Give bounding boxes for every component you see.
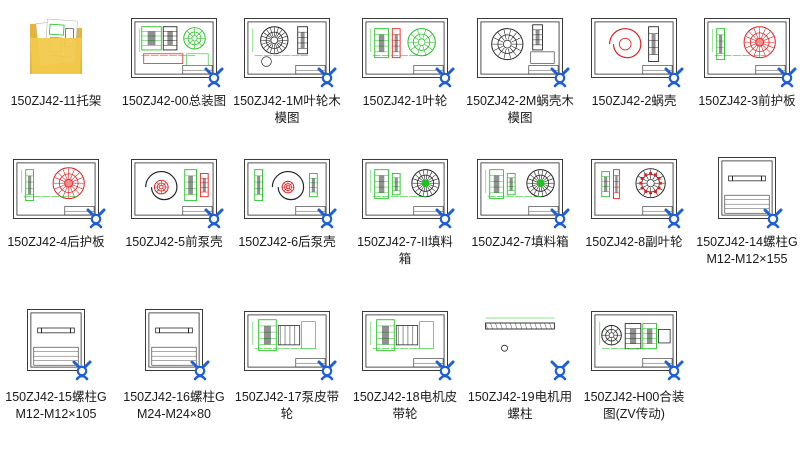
file-name-label: 150ZJ42-18电机皮带轮 [352, 390, 458, 421]
file-item[interactable]: 150ZJ42-5前泵壳 [118, 153, 230, 293]
file-item[interactable]: 150ZJ42-1M叶轮木模图 [231, 12, 343, 152]
thumbnail [124, 12, 224, 92]
thumbnail [237, 305, 337, 385]
thumbnail [6, 12, 106, 92]
file-name-label: 150ZJ42-1叶轮 [362, 94, 448, 108]
thumbnail [697, 12, 797, 92]
file-item[interactable]: 150ZJ42-14螺柱GM12-M12×155 [691, 153, 803, 293]
file-item[interactable]: 150ZJ42-18电机皮带轮 [349, 305, 461, 445]
file-name-label: 150ZJ42-7填料箱 [471, 235, 569, 249]
cad-app-badge-icon [762, 207, 784, 229]
cad-app-badge-icon [549, 66, 571, 88]
thumbnail [584, 12, 684, 92]
thumbnail [470, 305, 570, 385]
cad-app-badge-icon [203, 66, 225, 88]
cad-app-badge-icon [663, 66, 685, 88]
file-item[interactable]: 150ZJ42-H00合装图(ZV传动) [578, 305, 690, 445]
file-item[interactable]: 150ZJ42-00总装图 [118, 12, 230, 152]
cad-app-badge-icon [434, 66, 456, 88]
file-item[interactable]: 150ZJ42-7填料箱 [464, 153, 576, 293]
file-name-label: 150ZJ42-17泵皮带轮 [234, 390, 340, 421]
file-name-label: 150ZJ42-4后护板 [7, 235, 105, 249]
file-item[interactable]: 150ZJ42-2蜗壳 [578, 12, 690, 152]
cad-app-badge-icon [434, 207, 456, 229]
file-name-label: 150ZJ42-7-II填料箱 [357, 235, 453, 266]
cad-app-badge-icon [549, 207, 571, 229]
thumbnail [584, 305, 684, 385]
file-item[interactable]: 150ZJ42-3前护板 [691, 12, 803, 152]
file-name-label: 150ZJ42-1M叶轮木模图 [233, 94, 341, 125]
cad-app-badge-icon [203, 207, 225, 229]
thumbnail [237, 153, 337, 233]
cad-app-badge-icon [663, 207, 685, 229]
thumbnail [237, 12, 337, 92]
file-name-label: 150ZJ42-2M蜗壳木模图 [466, 94, 574, 125]
file-item[interactable]: 150ZJ42-16螺柱GM24-M24×80 [118, 305, 230, 445]
cad-app-badge-icon [85, 207, 107, 229]
file-item[interactable]: 150ZJ42-4后护板 [0, 153, 112, 293]
file-name-label: 150ZJ42-00总装图 [121, 94, 227, 108]
cad-app-badge-icon [316, 207, 338, 229]
file-name-label: 150ZJ42-6后泵壳 [238, 235, 336, 249]
cad-app-badge-icon [663, 359, 685, 381]
file-item[interactable]: 150ZJ42-1叶轮 [349, 12, 461, 152]
file-item[interactable]: 150ZJ42-6后泵壳 [231, 153, 343, 293]
file-name-label: 150ZJ42-11托架 [10, 94, 102, 108]
thumbnail [6, 305, 106, 385]
cad-app-badge-icon [776, 66, 798, 88]
folder-icon [28, 16, 84, 83]
file-name-label: 150ZJ42-8副叶轮 [585, 235, 683, 249]
thumbnail [355, 305, 455, 385]
file-item[interactable]: 150ZJ42-15螺柱GM12-M12×105 [0, 305, 112, 445]
cad-app-badge-icon [316, 66, 338, 88]
file-name-label: 150ZJ42-3前护板 [698, 94, 796, 108]
file-name-label: 150ZJ42-19电机用螺柱 [467, 390, 573, 421]
folder-item[interactable]: 150ZJ42-11托架 [0, 12, 112, 152]
file-item[interactable]: 150ZJ42-2M蜗壳木模图 [464, 12, 576, 152]
file-grid: 150ZJ42-11托架 150ZJ42-00总装图 150ZJ42-1M叶轮木… [0, 0, 807, 459]
thumbnail [355, 12, 455, 92]
file-item[interactable]: 150ZJ42-7-II填料箱 [349, 153, 461, 293]
file-name-label: 150ZJ42-2蜗壳 [591, 94, 677, 108]
cad-app-badge-icon [316, 359, 338, 381]
cad-app-badge-icon [71, 359, 93, 381]
cad-app-badge-icon [434, 359, 456, 381]
cad-app-badge-icon [189, 359, 211, 381]
thumbnail [470, 153, 570, 233]
thumbnail [355, 153, 455, 233]
file-name-label: 150ZJ42-14螺柱GM12-M12×155 [696, 235, 798, 266]
file-name-label: 150ZJ42-15螺柱GM12-M12×105 [5, 390, 107, 421]
file-name-label: 150ZJ42-5前泵壳 [125, 235, 223, 249]
thumbnail [470, 12, 570, 92]
file-name-label: 150ZJ42-16螺柱GM24-M24×80 [123, 390, 225, 421]
file-item[interactable]: 150ZJ42-8副叶轮 [578, 153, 690, 293]
thumbnail [697, 153, 797, 233]
thumbnail [584, 153, 684, 233]
thumbnail [6, 153, 106, 233]
thumbnail [124, 305, 224, 385]
cad-app-badge-icon [549, 359, 571, 381]
file-name-label: 150ZJ42-H00合装图(ZV传动) [583, 390, 685, 421]
thumbnail [124, 153, 224, 233]
file-item[interactable]: 150ZJ42-17泵皮带轮 [231, 305, 343, 445]
file-item[interactable]: 150ZJ42-19电机用螺柱 [464, 305, 576, 445]
